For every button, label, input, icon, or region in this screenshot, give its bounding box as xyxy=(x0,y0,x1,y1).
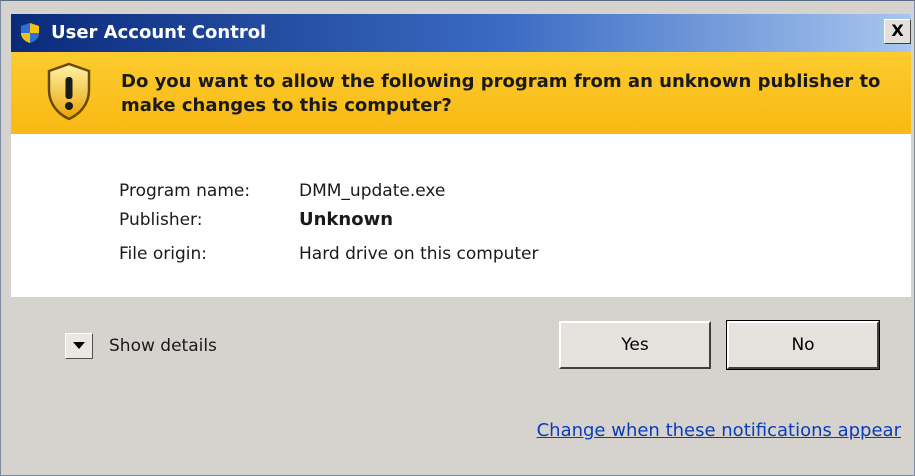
details-expander-button[interactable] xyxy=(65,333,93,359)
notification-settings-link[interactable]: Change when these notifications appear xyxy=(537,420,901,441)
chevron-down-icon xyxy=(73,342,85,349)
dialog-footer: Show details Yes No Change when these no… xyxy=(11,297,911,473)
show-details-toggle[interactable]: Show details xyxy=(65,331,217,361)
file-origin-label: File origin: xyxy=(119,244,207,264)
publisher-row: Publisher: Unknown xyxy=(119,209,393,231)
program-name-label: Program name: xyxy=(119,181,251,201)
close-button[interactable]: X xyxy=(884,19,911,44)
program-info: Program name: DMM_update.exe Publisher: Un… xyxy=(11,134,911,297)
warning-banner: Do you want to allow the following progr… xyxy=(11,52,911,134)
file-origin-value: Hard drive on this computer xyxy=(299,244,539,264)
no-button[interactable]: No xyxy=(726,320,880,370)
publisher-label: Publisher: xyxy=(119,210,203,230)
uac-shield-icon xyxy=(20,22,40,44)
program-name-value: DMM_update.exe xyxy=(299,181,446,201)
uac-dialog: User Account Control X Do you want to al… xyxy=(0,0,915,476)
uac-question: Do you want to allow the following progr… xyxy=(121,71,881,116)
show-details-label[interactable]: Show details xyxy=(109,336,217,356)
yes-button[interactable]: Yes xyxy=(559,321,711,369)
program-name-row: Program name: DMM_update.exe xyxy=(119,180,445,202)
window-title: User Account Control xyxy=(51,22,267,43)
publisher-value: Unknown xyxy=(299,209,394,230)
file-origin-row: File origin: Hard drive on this computer xyxy=(119,243,539,265)
title-bar[interactable]: User Account Control X xyxy=(11,14,911,52)
warning-shield-icon xyxy=(47,62,91,121)
